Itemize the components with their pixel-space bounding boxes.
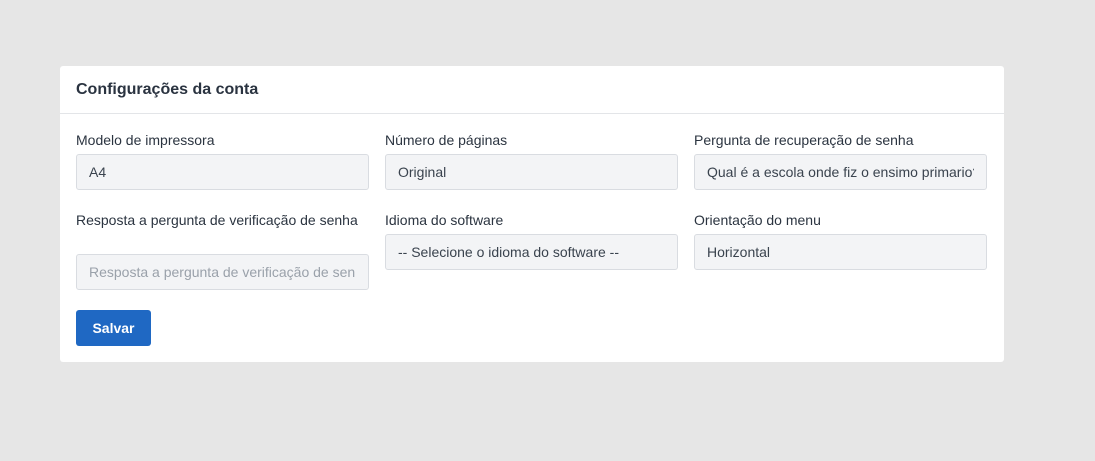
- card-header: Configurações da conta: [60, 66, 1004, 114]
- recovery-question-input[interactable]: [694, 154, 987, 190]
- printer-model-select[interactable]: A4: [76, 154, 369, 190]
- page-title: Configurações da conta: [76, 81, 259, 98]
- verification-answer-label: Resposta a pergunta de verificação de se…: [76, 212, 358, 228]
- recovery-question-field: Pergunta de recuperação de senha: [694, 130, 987, 190]
- save-button[interactable]: Salvar: [76, 310, 151, 346]
- menu-orientation-label: Orientação do menu: [694, 212, 821, 228]
- software-language-label: Idioma do software: [385, 212, 504, 228]
- software-language-field: Idioma do software -- Selecione o idioma…: [385, 210, 678, 270]
- verification-answer-field: Resposta a pergunta de verificação de se…: [76, 210, 369, 290]
- account-settings-card: Configurações da conta Modelo de impress…: [60, 66, 1004, 362]
- menu-orientation-field: Orientação do menu Horizontal: [694, 210, 987, 270]
- recovery-question-label: Pergunta de recuperação de senha: [694, 132, 914, 148]
- software-language-select[interactable]: -- Selecione o idioma do software --: [385, 234, 678, 270]
- printer-model-field: Modelo de impressora A4: [76, 130, 369, 190]
- page-count-label: Número de páginas: [385, 132, 508, 148]
- printer-model-label: Modelo de impressora: [76, 132, 215, 148]
- verification-answer-input[interactable]: [76, 254, 369, 290]
- settings-form: Modelo de impressora A4 Número de página…: [60, 114, 1004, 361]
- page-count-select[interactable]: Original: [385, 154, 678, 190]
- menu-orientation-select[interactable]: Horizontal: [694, 234, 987, 270]
- page-count-field: Número de páginas Original: [385, 130, 678, 190]
